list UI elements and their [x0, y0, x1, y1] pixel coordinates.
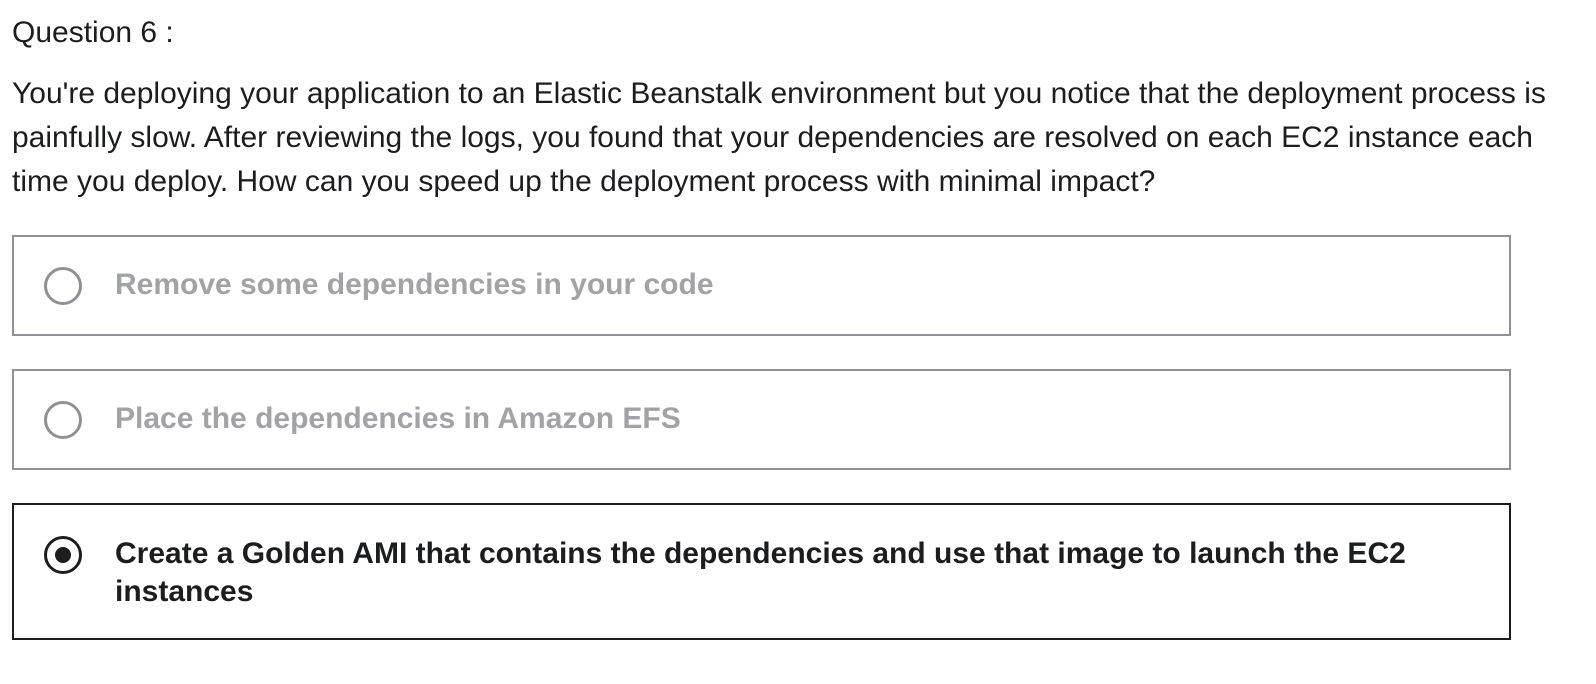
radio-button-icon[interactable] [44, 267, 82, 305]
radio-selected-dot-icon [55, 547, 71, 563]
radio-button-selected-icon[interactable] [44, 536, 82, 574]
radio-button-icon[interactable] [44, 401, 82, 439]
answer-option-label: Remove some dependencies in your code [115, 268, 714, 301]
question-number: Question 6 : [12, 16, 174, 49]
question-text: You're deploying your application to an … [12, 77, 1546, 198]
answer-option-3[interactable]: Create a Golden AMI that contains the de… [12, 503, 1511, 640]
answer-option-1[interactable]: Remove some dependencies in your code [12, 235, 1511, 336]
answer-option-label: Create a Golden AMI that contains the de… [115, 537, 1406, 608]
answer-option-2[interactable]: Place the dependencies in Amazon EFS [12, 369, 1511, 470]
answer-option-label: Place the dependencies in Amazon EFS [115, 402, 681, 435]
